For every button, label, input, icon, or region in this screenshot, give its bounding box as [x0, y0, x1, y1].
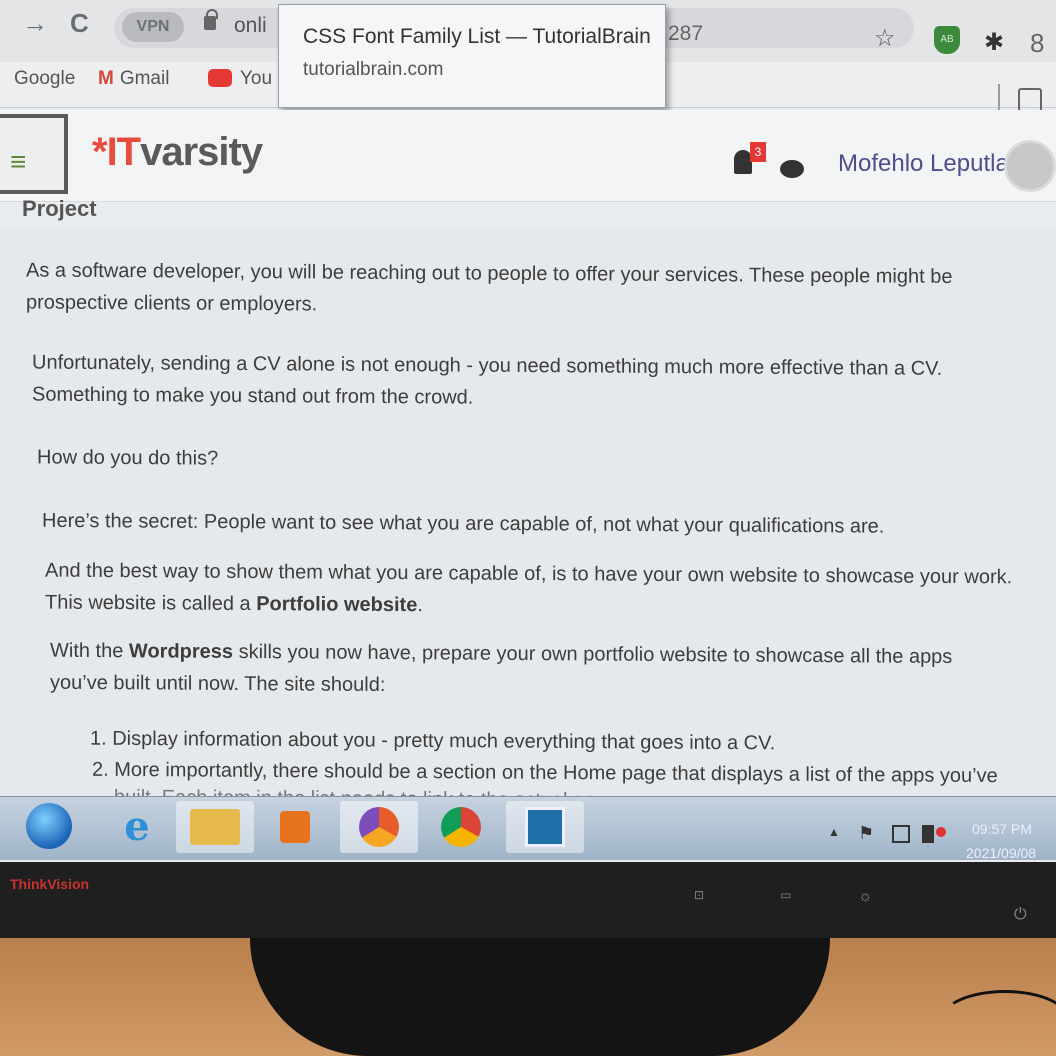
bookmark-youtube-label: You	[240, 68, 273, 89]
list-item: 2. More importantly, there should be a s…	[92, 758, 998, 788]
browser-app-icon[interactable]	[340, 801, 418, 853]
star-icon[interactable]: ☆	[874, 24, 896, 53]
site-header: ≡ *ITvarsity 3 Mofehlo Leputla	[0, 110, 1056, 202]
logo-mark: *IT	[92, 130, 141, 174]
notification-badge[interactable]: 3	[750, 142, 766, 162]
windows-start-icon[interactable]	[26, 803, 72, 849]
reading-list-icon[interactable]	[1018, 88, 1042, 112]
monitor-bezel	[0, 862, 1056, 938]
forward-icon[interactable]: →	[22, 8, 48, 39]
screen: → C VPN onli 287 ☆ AB ✱ 8 Google M Gmail …	[0, 0, 1056, 862]
input-button-icon[interactable]: ⊡	[694, 888, 704, 902]
wordpress-text-start: With the	[50, 639, 129, 663]
paragraph-cv: Unfortunately, sending a CV alone is not…	[32, 351, 943, 409]
toolbar-divider	[998, 84, 1000, 112]
menu-icon: ≡	[10, 146, 27, 177]
itvarsity-logo[interactable]: *ITvarsity	[92, 130, 263, 175]
puzzle-icon[interactable]: ✱	[984, 28, 1004, 57]
tooltip-url: tutorialbrain.com	[303, 59, 444, 80]
monitor-brand: ThinkVision	[10, 876, 90, 892]
logo-word: varsity	[140, 130, 263, 174]
bookmark-google[interactable]: Google	[14, 68, 75, 90]
chrome-icon[interactable]	[422, 801, 500, 853]
clock-date[interactable]: 2021/09/08	[966, 845, 1036, 861]
app-icon[interactable]	[506, 801, 584, 853]
photo-of-monitor: → C VPN onli 287 ☆ AB ✱ 8 Google M Gmail …	[0, 0, 1056, 1056]
ie-icon[interactable]: e	[98, 801, 176, 853]
monitor-stand	[250, 938, 830, 1056]
media-player-icon[interactable]	[256, 801, 334, 853]
bookmark-gmail[interactable]: M Gmail	[98, 68, 169, 90]
project-content: As a software developer, you will be rea…	[0, 230, 1056, 810]
page-title: Project	[22, 196, 97, 221]
url-text-end[interactable]: 287	[668, 22, 703, 46]
adblock-extension-icon[interactable]: AB	[934, 26, 960, 54]
paragraph-wordpress: With the Wordpress skills you now have, …	[50, 635, 1000, 706]
list-item: 1. Display information about you - prett…	[90, 727, 776, 755]
avatar[interactable]	[1004, 140, 1056, 192]
youtube-icon	[208, 69, 232, 87]
wordpress-bold: Wordpress	[128, 640, 234, 663]
profile-icon[interactable]: 8	[1030, 28, 1044, 59]
reload-icon[interactable]: C	[70, 8, 89, 39]
paragraph-question: How do you do this?	[37, 446, 219, 470]
tray-expand-icon[interactable]: ▲	[828, 825, 840, 839]
explorer-icon[interactable]	[176, 801, 254, 853]
tab-tooltip: CSS Font Family List — TutorialBrain tut…	[278, 4, 666, 108]
flag-icon[interactable]: ⚑	[858, 823, 874, 844]
chat-icon[interactable]	[780, 160, 804, 178]
bookmark-gmail-label: Gmail	[119, 68, 170, 89]
power-icon[interactable]: ⏻	[1014, 906, 1027, 924]
gmail-icon: M	[98, 68, 114, 89]
portfolio-text: And the best way to show them what you a…	[45, 559, 1013, 616]
network-icon[interactable]	[892, 825, 910, 843]
menu-button-icon[interactable]: ▭	[780, 888, 791, 902]
paragraph-portfolio: And the best way to show them what you a…	[45, 555, 1025, 626]
clock-time[interactable]: 09:57 PM	[972, 821, 1032, 837]
volume-icon[interactable]	[922, 825, 946, 843]
portfolio-end: .	[417, 594, 423, 617]
paragraph-intro: As a software developer, you will be rea…	[26, 259, 953, 316]
menu-button[interactable]: ≡	[0, 114, 68, 194]
brightness-icon[interactable]: ☼	[858, 888, 873, 906]
windows-taskbar: e ▲ ⚑ 09:57 PM 2021/09/08	[0, 796, 1056, 861]
paragraph-secret: Here’s the secret: People want to see wh…	[42, 509, 885, 538]
bookmark-youtube[interactable]: You	[208, 68, 272, 90]
tooltip-title: CSS Font Family List — TutorialBrain	[303, 25, 651, 48]
portfolio-bold: Portfolio website	[256, 593, 418, 617]
user-name[interactable]: Mofehlo Leputla	[838, 150, 1009, 178]
url-text-start[interactable]: onli	[234, 14, 267, 38]
lock-icon[interactable]	[204, 9, 218, 30]
vpn-badge[interactable]: VPN	[122, 12, 184, 42]
